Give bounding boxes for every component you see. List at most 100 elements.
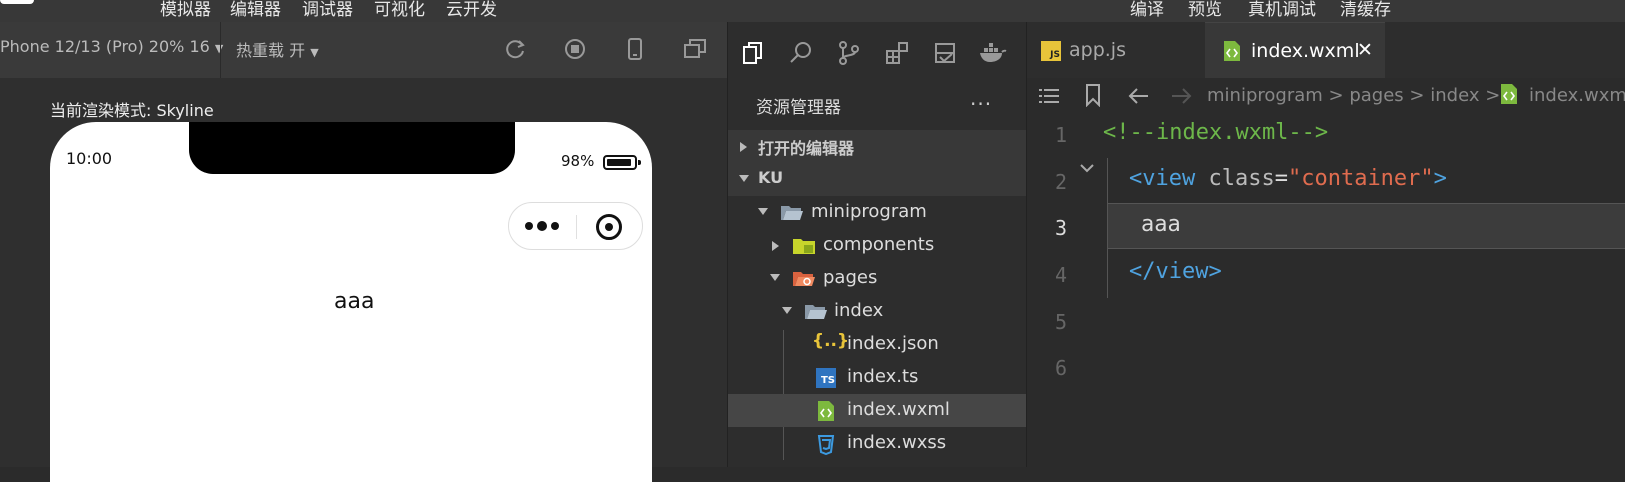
- folder-open-icon: [781, 206, 803, 220]
- tab-app-js[interactable]: JS app.js: [1027, 22, 1205, 78]
- chevron-right-icon: [772, 241, 779, 251]
- outline-list-icon[interactable]: [1037, 84, 1061, 108]
- line-number: 2: [1054, 170, 1067, 194]
- js-file-icon: JS: [1041, 41, 1061, 61]
- simulator-toolbar: Phone 12/13 (Pro) 20% 16 ▼ 热重载 开 ▼: [0, 22, 727, 78]
- breadcrumb-item[interactable]: index: [1430, 85, 1479, 106]
- code-close-tag: </view>: [1129, 259, 1222, 284]
- menu-preview[interactable]: 预览: [1188, 0, 1222, 21]
- open-editors-section[interactable]: 打开的编辑器: [728, 130, 1026, 163]
- menu-editor[interactable]: 编辑器: [230, 0, 281, 21]
- refresh-icon[interactable]: [502, 36, 528, 62]
- line-number: 6: [1054, 356, 1067, 380]
- menu-remote-debug[interactable]: 真机调试: [1248, 0, 1316, 21]
- forward-arrow-icon[interactable]: [1169, 84, 1193, 108]
- chevron-down-icon: [739, 175, 749, 182]
- tree-item-pages[interactable]: pages: [728, 262, 1026, 295]
- bookmark-icon[interactable]: [1083, 83, 1103, 107]
- hot-reload-toggle[interactable]: 热重载 开 ▼: [236, 37, 319, 61]
- code-line-open-tag: <view class="container">: [1129, 166, 1447, 191]
- breadcrumb-path: miniprogram > pages > index >: [1207, 85, 1500, 106]
- chevron-right-icon: [740, 142, 747, 152]
- line-number: 3: [1054, 216, 1067, 240]
- phone-notch: [189, 122, 515, 174]
- docker-icon[interactable]: [978, 40, 1008, 66]
- back-arrow-icon[interactable]: [1127, 84, 1151, 108]
- menu-visual[interactable]: 可视化: [374, 0, 425, 21]
- menu-cloud[interactable]: 云开发: [446, 0, 497, 21]
- extensions-icon[interactable]: [884, 40, 910, 66]
- breadcrumb-separator: >: [1328, 85, 1344, 106]
- status-time: 10:00: [66, 149, 113, 168]
- menu-debugger[interactable]: 调试器: [302, 0, 353, 21]
- tree-label: pages: [823, 267, 878, 288]
- menu-compile[interactable]: 编译: [1130, 0, 1164, 21]
- device-selector[interactable]: Phone 12/13 (Pro) 20% 16 ▼: [0, 37, 223, 56]
- explorer-more-button[interactable]: ...: [970, 86, 992, 110]
- editor-tab-bar: JS app.js index.wxml ✕: [1027, 22, 1625, 78]
- explorer-title: 资源管理器: [756, 98, 841, 118]
- json-file-icon: {..}: [812, 331, 850, 351]
- breadcrumb: miniprogram > pages > index > index.wxml: [1027, 78, 1625, 116]
- close-icon[interactable]: ✕: [1357, 39, 1373, 61]
- tree-label: index: [834, 300, 884, 321]
- activity-bar: [728, 22, 1026, 78]
- tab-index-wxml[interactable]: index.wxml ✕: [1205, 22, 1385, 78]
- project-root-section[interactable]: KU: [728, 163, 1026, 196]
- tree-label: index.ts: [847, 366, 919, 387]
- menu-simulator[interactable]: 模拟器: [160, 0, 211, 21]
- menu-bar: 模拟器 编辑器 调试器 可视化 云开发 编译 预览 真机调试 清缓存: [0, 0, 1625, 22]
- explorer-icon[interactable]: [740, 40, 766, 66]
- code-editor[interactable]: 1 2 3 4 5 6 <!--index.wxml--> <view clas…: [1027, 116, 1625, 467]
- page-text: aaa: [334, 289, 375, 314]
- line-number: 1: [1054, 123, 1067, 147]
- open-editors-label: 打开的编辑器: [758, 139, 855, 158]
- menu-clear-cache[interactable]: 清缓存: [1340, 0, 1391, 21]
- battery-icon: [603, 155, 641, 170]
- code-tag: >: [1433, 166, 1447, 191]
- code-text: aaa: [1141, 212, 1181, 237]
- current-line-highlight: [1107, 203, 1625, 249]
- phone-screen[interactable]: 10:00 98% aaa: [50, 122, 652, 482]
- capsule-divider: [576, 215, 577, 239]
- breadcrumb-item[interactable]: pages: [1349, 85, 1403, 106]
- toolbar-divider: [220, 22, 221, 78]
- more-dots-icon[interactable]: [525, 220, 561, 232]
- render-mode-label: 当前渲染模式: Skyline: [50, 101, 214, 120]
- tree-item-index-wxss[interactable]: index.wxss: [728, 427, 1026, 460]
- tree-item-components[interactable]: components: [728, 229, 1026, 262]
- tree-label: index.json: [847, 333, 939, 354]
- fold-chevron-icon[interactable]: [1079, 162, 1095, 174]
- chevron-down-icon: [758, 208, 768, 215]
- source-control-icon[interactable]: [836, 40, 862, 66]
- status-battery-text: 98%: [561, 152, 595, 170]
- close-target-icon[interactable]: [596, 214, 622, 240]
- chevron-down-icon: ▼: [310, 46, 319, 59]
- folder-pages-icon: [793, 272, 815, 286]
- folder-components-icon: [793, 239, 815, 254]
- tree-item-index-json[interactable]: {..} index.json: [728, 328, 1026, 361]
- code-string: "container": [1287, 166, 1434, 191]
- tree-item-index-wxml[interactable]: index.wxml: [728, 394, 1026, 427]
- wxml-file-icon: [1224, 41, 1240, 61]
- line-number: 5: [1054, 310, 1067, 334]
- folder-open-icon: [805, 305, 827, 319]
- search-icon[interactable]: [788, 40, 814, 66]
- wxss-file-icon: [817, 435, 835, 455]
- tree-item-index-ts[interactable]: TS index.ts: [728, 361, 1026, 394]
- cloud-database-icon[interactable]: [932, 40, 958, 66]
- breadcrumb-separator: >: [1409, 85, 1425, 106]
- tab-label: app.js: [1069, 39, 1126, 61]
- tree-item-index-folder[interactable]: index: [728, 295, 1026, 328]
- chevron-down-icon: [770, 274, 780, 281]
- stop-icon[interactable]: [562, 36, 588, 62]
- breadcrumb-item[interactable]: miniprogram: [1207, 85, 1323, 106]
- code-equals: =: [1274, 166, 1288, 191]
- tree-label: miniprogram: [811, 201, 927, 222]
- tree-label: index.wxss: [847, 432, 947, 453]
- explorer-header: 资源管理器 ...: [728, 78, 1026, 130]
- phone-icon[interactable]: [622, 36, 648, 62]
- tree-item-miniprogram[interactable]: miniprogram: [728, 196, 1026, 229]
- detach-window-icon[interactable]: [682, 36, 708, 62]
- breadcrumb-item[interactable]: index.wxml: [1529, 85, 1625, 106]
